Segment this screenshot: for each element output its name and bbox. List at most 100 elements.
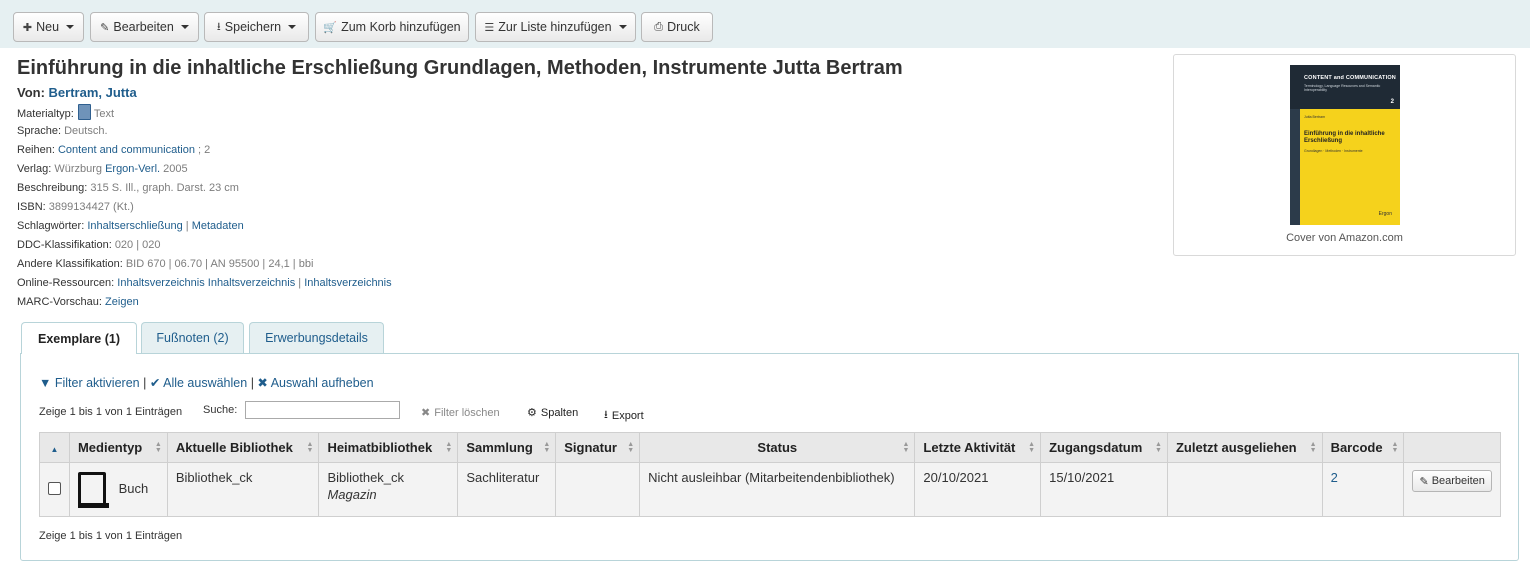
tab-notes[interactable]: Fußnoten (2)	[141, 322, 244, 353]
column-header-collection[interactable]: Sammlung ▲ ▼	[457, 432, 557, 463]
online-resource-link[interactable]: Inhaltsverzeichnis	[304, 277, 391, 289]
table-header-row: ▲ Medientyp ▲ ▼ Aktuelle Bibliothek ▲ ▼ Heim…	[39, 432, 1501, 463]
caret-down-icon	[66, 25, 75, 29]
new-button[interactable]: ✚ Neu	[13, 12, 84, 42]
cover-title: Einführung in die inhaltliche Erschließu…	[1304, 131, 1385, 144]
plus-icon: ✚	[22, 21, 33, 34]
subject-link[interactable]: Inhaltserschließung	[87, 220, 182, 232]
clear-selection-link[interactable]: ✖ Auswahl aufheben	[257, 376, 373, 390]
date-accessioned-cell: 15/10/2021	[1040, 462, 1168, 517]
ddc-row: DDC-Klassifikation: 020 | 020	[17, 239, 161, 251]
selection-bar: ▼ Filter aktivieren | ✔ Alle auswählen |…	[39, 375, 374, 390]
series-link[interactable]: Content and communication	[58, 144, 195, 156]
language-value: Deutsch.	[64, 125, 108, 137]
subject-link[interactable]: Metadaten	[192, 220, 244, 232]
meta-label: Online-Ressourcen:	[17, 277, 115, 289]
column-header-status[interactable]: Status ▲ ▼	[639, 432, 916, 463]
current-library-cell: Bibliothek_ck	[166, 462, 320, 517]
toolbar: ✚ Neu ✎ Bearbeiten ⭳ Speichern 🛒 Zum Kor…	[0, 0, 1530, 48]
meta-label: ISBN:	[17, 201, 46, 213]
print-button[interactable]: ⎙ Druck	[641, 12, 713, 42]
cover-box: CONTENT and COMMUNICATION Terminology, L…	[1173, 54, 1516, 256]
activate-filter-label: Filter aktivieren	[54, 376, 140, 390]
author-line: Von: Bertram, Jutta	[17, 85, 137, 100]
publisher-row: Verlag: Würzburg Ergon-Verl. 2005	[17, 163, 188, 175]
add-to-cart-button[interactable]: 🛒 Zum Korb hinzufügen	[315, 12, 469, 42]
print-button-label: Druck	[667, 20, 700, 34]
meta-label: Sprache:	[17, 125, 62, 137]
barcode-link[interactable]: 2	[1331, 470, 1338, 485]
clear-filter-button[interactable]: ✖ Filter löschen	[421, 406, 500, 420]
cover-spine	[1290, 109, 1300, 225]
materialtype-row: Materialtyp: Text	[17, 104, 114, 120]
tab-acquisition-details[interactable]: Erwerbungsdetails	[249, 322, 384, 353]
tab-holdings[interactable]: Exemplare (1)	[21, 322, 137, 354]
ddc-value: 020 | 020	[114, 239, 161, 251]
marc-preview-link[interactable]: Zeigen	[105, 296, 139, 308]
columns-label: Spalten	[540, 406, 579, 419]
table-info-top: Zeige 1 bis 1 von 1 Einträgen	[39, 406, 183, 418]
separator: |	[143, 376, 147, 390]
meta-label: DDC-Klassifikation:	[17, 239, 112, 251]
record-title: Einführung in die inhaltliche Erschließu…	[17, 57, 903, 79]
column-header-last-seen[interactable]: Letzte Aktivität ▲ ▼	[914, 432, 1042, 463]
activate-filter-link[interactable]: ▼ Filter aktivieren	[39, 376, 140, 390]
pencil-icon: ✎	[100, 21, 110, 34]
publisher-place: Würzburg	[54, 163, 102, 175]
add-to-list-button[interactable]: ☰ Zur Liste hinzufügen	[475, 12, 636, 42]
columns-button[interactable]: ⚙ Spalten	[527, 406, 579, 420]
collection-cell: Sachliteratur	[457, 462, 557, 517]
series-row: Reihen: Content and communication ; 2	[17, 144, 210, 156]
column-header-label: Zuletzt ausgeliehen	[1175, 440, 1297, 455]
status-cell: Nicht ausleihbar (Mitarbeitendenbiblioth…	[639, 462, 916, 517]
publisher-link[interactable]: Ergon-Verl.	[105, 163, 160, 175]
sort-icon: ▲ ▼	[306, 441, 314, 454]
cover-header: CONTENT and COMMUNICATION Terminology, L…	[1290, 65, 1400, 109]
caret-down-icon	[618, 25, 627, 29]
edit-item-label: Bearbeiten	[1431, 475, 1485, 487]
meta-label: Schlagwörter:	[17, 220, 85, 232]
column-header-barcode[interactable]: Barcode ▲ ▼	[1321, 432, 1405, 463]
print-icon: ⎙	[654, 20, 664, 33]
online-resource-link[interactable]: Inhaltsverzeichnis Inhaltsverzeichnis	[117, 277, 295, 289]
cover-publisher: Ergon	[1378, 211, 1392, 217]
author-link[interactable]: Bertram, Jutta	[49, 85, 137, 100]
column-header-label: Zugangsdatum	[1049, 440, 1143, 455]
pencil-icon: ✎	[1419, 475, 1429, 488]
other-classification-row: Andere Klassifikation: BID 670 | 06.70 |…	[17, 258, 313, 270]
description-value: 315 S. Ill., graph. Darst. 23 cm	[90, 182, 239, 194]
column-header-home-library[interactable]: Heimatbibliothek ▲ ▼	[318, 432, 459, 463]
edit-button[interactable]: ✎ Bearbeiten	[90, 12, 199, 42]
select-all-link[interactable]: ✔ Alle auswählen	[150, 376, 247, 390]
caret-down-icon	[180, 25, 189, 29]
column-header-itemtype[interactable]: Medientyp ▲ ▼	[68, 432, 168, 463]
column-header-checkbox[interactable]: ▲	[39, 432, 70, 463]
last-seen-cell: 20/10/2021	[914, 462, 1042, 517]
isbn-row: ISBN: 3899134427 (Kt.)	[17, 201, 134, 213]
cover-image[interactable]: CONTENT and COMMUNICATION Terminology, L…	[1290, 65, 1400, 225]
sort-icon: ▲ ▼	[1391, 441, 1399, 454]
edit-button-label: Bearbeiten	[113, 20, 174, 34]
meta-label: Beschreibung:	[17, 182, 88, 194]
column-header-date-accessioned[interactable]: Zugangsdatum ▲ ▼	[1040, 432, 1168, 463]
edit-item-button[interactable]: ✎ Bearbeiten	[1412, 470, 1492, 492]
export-button[interactable]: ⭳ Export	[604, 406, 644, 425]
filter-icon: ▼	[39, 376, 52, 390]
sort-icon: ▲ ▼	[445, 441, 453, 454]
row-select-cell	[39, 462, 70, 517]
column-header-current-library[interactable]: Aktuelle Bibliothek ▲ ▼	[166, 432, 320, 463]
sort-icon: ▲ ▼	[902, 441, 910, 454]
separator: |	[298, 277, 302, 289]
row-checkbox[interactable]	[47, 481, 61, 495]
sort-icon: ▲ ▼	[154, 441, 162, 454]
column-header-label: Signatur	[564, 440, 617, 455]
save-button[interactable]: ⭳ Speichern	[204, 12, 309, 42]
search-input[interactable]	[245, 401, 400, 419]
column-header-callnumber[interactable]: Signatur ▲ ▼	[555, 432, 641, 463]
subjects-row: Schlagwörter: Inhaltserschließung | Meta…	[17, 220, 244, 232]
column-header-last-borrowed[interactable]: Zuletzt ausgeliehen ▲ ▼	[1166, 432, 1323, 463]
clear-selection-label: Auswahl aufheben	[270, 376, 374, 390]
meta-label: Andere Klassifikation:	[17, 258, 123, 270]
isbn-value: 3899134427 (Kt.)	[48, 201, 134, 213]
new-button-label: Neu	[36, 20, 60, 34]
